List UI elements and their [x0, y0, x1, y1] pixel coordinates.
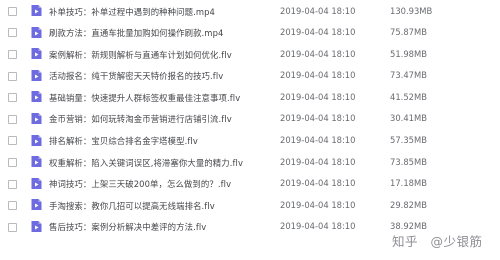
file-row[interactable]: 案例解析：新规则解析与直通车计划如何优化.flv 2019-04-04 18:10…: [0, 43, 500, 65]
video-file-icon: [31, 134, 42, 146]
file-date: 2019-04-04 18:10: [280, 113, 356, 124]
file-size: 30.41MB: [390, 113, 427, 124]
video-file-icon: [31, 199, 42, 211]
checkbox-icon[interactable]: [8, 71, 17, 81]
file-name[interactable]: 刷款方法：直通车批量加购如何操作刷款.mp4: [49, 27, 223, 39]
file-size: 51.98MB: [390, 48, 427, 59]
file-row[interactable]: 手淘搜索：教你几招可以提高无线端排名.flv 2019-04-04 18:10 29…: [0, 194, 500, 216]
file-row[interactable]: 刷款方法：直通车批量加购如何操作刷款.mp4 2019-04-04 18:10 75…: [0, 22, 500, 44]
file-size: 73.85MB: [390, 156, 427, 167]
file-size: 57.35MB: [390, 135, 427, 146]
file-row[interactable]: 基础销量：快速提升人群标签权重最佳注意事项.flv 2019-04-04 18:1…: [0, 86, 500, 108]
file-name[interactable]: 手淘搜索：教你几招可以提高无线端排名.flv: [49, 200, 215, 212]
file-date: 2019-04-04 18:10: [280, 135, 356, 146]
file-name[interactable]: 活动报名：纯干货解密天天特价报名的技巧.flv: [49, 70, 223, 82]
video-file-icon: [31, 177, 42, 189]
file-name[interactable]: 基础销量：快速提升人群标签权重最佳注意事项.flv: [49, 92, 240, 104]
file-size: 17.18MB: [390, 178, 427, 189]
file-row[interactable]: 排名解析：宝贝综合排名金字塔模型.flv 2019-04-04 18:10 57.3…: [0, 130, 500, 152]
file-size: 73.47MB: [390, 70, 427, 81]
checkbox-icon[interactable]: [8, 6, 17, 16]
file-row[interactable]: 神词技巧：上架三天破200单，怎么做到的？.flv 2019-04-04 18:1…: [0, 173, 500, 195]
file-size: 41.52MB: [390, 91, 427, 102]
file-date: 2019-04-04 18:10: [280, 199, 356, 210]
file-date: 2019-04-04 18:10: [280, 70, 356, 81]
file-name[interactable]: 排名解析：宝贝综合排名金字塔模型.flv: [49, 135, 198, 147]
file-list: 补单技巧：补单过程中遇到的种种问题.mp4 2019-04-04 18:10 130…: [0, 0, 500, 260]
file-name[interactable]: 案例解析：新规则解析与直通车计划如何优化.flv: [49, 49, 232, 61]
file-size: 38.92MB: [390, 221, 427, 232]
checkbox-icon[interactable]: [8, 136, 17, 146]
file-size: 75.87MB: [390, 27, 427, 38]
checkbox-icon[interactable]: [8, 114, 17, 124]
file-name[interactable]: 金币营销：如何玩转淘金币营销进行店铺引流.flv: [49, 113, 232, 125]
video-file-icon: [31, 91, 42, 103]
watermark-author: @少银筋: [430, 234, 483, 249]
checkbox-icon[interactable]: [8, 28, 17, 38]
file-date: 2019-04-04 18:10: [280, 91, 356, 102]
video-file-icon: [31, 112, 42, 124]
file-row[interactable]: 金币营销：如何玩转淘金币营销进行店铺引流.flv 2019-04-04 18:10…: [0, 108, 500, 130]
zhihu-watermark: 知乎 @少银筋: [392, 231, 483, 250]
checkbox-icon[interactable]: [8, 201, 17, 211]
video-file-icon: [31, 48, 42, 60]
file-row[interactable]: 补单技巧：补单过程中遇到的种种问题.mp4 2019-04-04 18:10 130…: [0, 0, 500, 22]
file-name[interactable]: 补单技巧：补单过程中遇到的种种问题.mp4: [49, 6, 215, 18]
watermark-site: 知乎: [392, 234, 419, 249]
checkbox-icon[interactable]: [8, 157, 17, 167]
checkbox-icon[interactable]: [8, 179, 17, 189]
video-file-icon: [31, 5, 42, 16]
file-name[interactable]: 权重解析：陷入关键词误区,将滞塞你大量的精力.flv: [49, 157, 243, 169]
video-file-icon: [31, 220, 42, 232]
file-row[interactable]: 活动报名：纯干货解密天天特价报名的技巧.flv 2019-04-04 18:10 7…: [0, 65, 500, 87]
checkbox-icon[interactable]: [8, 93, 17, 103]
file-name[interactable]: 售后技巧：案例分析解决中差评的方法.flv: [49, 221, 206, 233]
video-file-icon: [31, 26, 42, 38]
file-row[interactable]: 权重解析：陷入关键词误区,将滞塞你大量的精力.flv 2019-04-04 18:…: [0, 151, 500, 173]
video-file-icon: [31, 156, 42, 168]
checkbox-icon[interactable]: [8, 49, 17, 59]
file-name[interactable]: 神词技巧：上架三天破200单，怎么做到的？.flv: [49, 178, 231, 190]
watermark-separator: [422, 234, 426, 249]
file-date: 2019-04-04 18:10: [280, 178, 356, 189]
file-date: 2019-04-04 18:10: [280, 48, 356, 59]
file-size: 29.82MB: [390, 199, 427, 210]
checkbox-icon[interactable]: [8, 222, 17, 232]
file-date: 2019-04-04 18:10: [280, 221, 356, 232]
video-file-icon: [31, 69, 42, 81]
file-date: 2019-04-04 18:10: [280, 156, 356, 167]
file-date: 2019-04-04 18:10: [280, 5, 356, 16]
file-date: 2019-04-04 18:10: [280, 27, 356, 38]
file-size: 130.93MB: [390, 5, 433, 16]
